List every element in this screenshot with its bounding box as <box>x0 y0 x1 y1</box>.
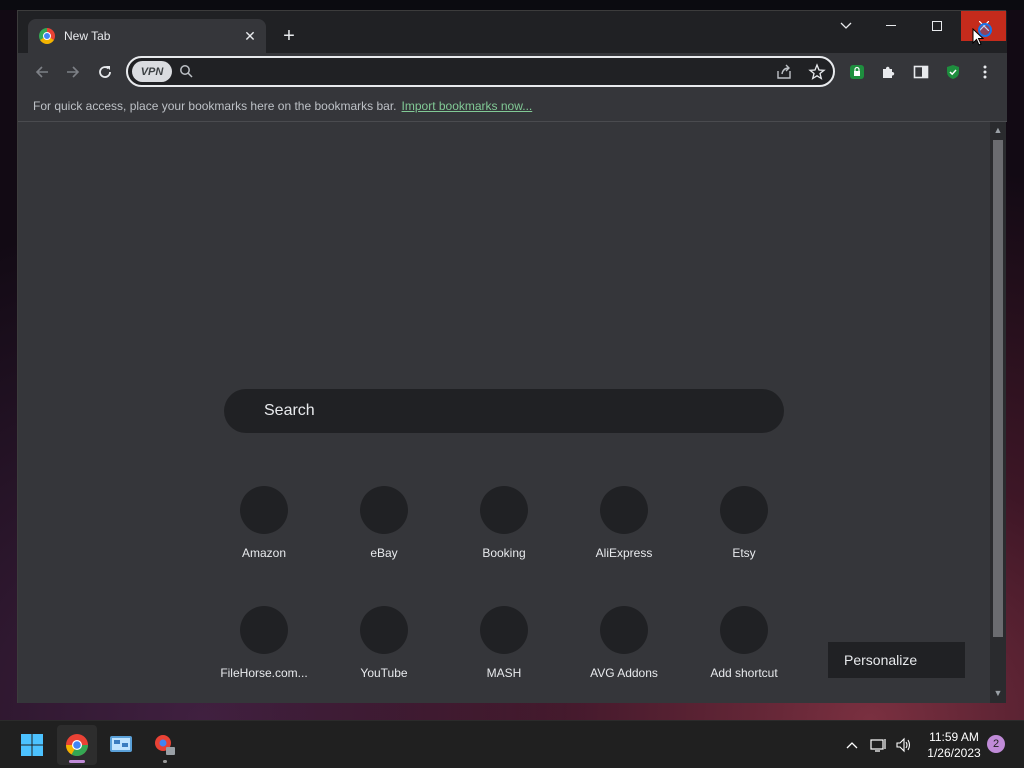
shortcut-icon <box>360 486 408 534</box>
ntp-search-placeholder: Search <box>264 402 315 419</box>
import-bookmarks-link[interactable]: Import bookmarks now... <box>402 99 533 113</box>
shortcut-icon <box>240 486 288 534</box>
shortcut-label: eBay <box>370 546 398 560</box>
speaker-icon <box>896 737 911 753</box>
minimize-icon <box>886 25 896 26</box>
search-icon <box>180 65 193 78</box>
shortcut-tile[interactable]: AVG Addons <box>568 606 680 716</box>
shortcut-icon <box>720 606 768 654</box>
active-app-indicator <box>69 760 85 763</box>
shortcut-label: Amazon <box>241 546 287 560</box>
back-button[interactable] <box>30 60 54 84</box>
shortcut-tile[interactable]: AliExpress <box>568 486 680 596</box>
shortcut-label: FileHorse.com... <box>220 666 308 680</box>
volume-tray-button[interactable] <box>894 735 914 755</box>
shortcut-label: AVG Addons <box>590 666 658 680</box>
kebab-menu-icon <box>983 65 987 79</box>
network-icon <box>870 739 886 752</box>
lock-shield-icon <box>850 65 864 79</box>
forward-button[interactable] <box>61 60 85 84</box>
add-shortcut-tile[interactable]: Add shortcut <box>688 606 800 716</box>
shortcut-label: Add shortcut <box>710 666 778 680</box>
minimize-button[interactable] <box>868 11 914 41</box>
shortcut-tile[interactable]: eBay <box>328 486 440 596</box>
shortcut-tile[interactable]: Etsy <box>688 486 800 596</box>
shortcut-icon <box>480 606 528 654</box>
control-panel-icon <box>110 736 132 752</box>
browser-app-icon <box>66 734 88 756</box>
maximize-icon <box>932 21 942 31</box>
new-tab-page: Search Amazon eBay Booking AliExpress Et… <box>18 122 990 703</box>
shortcut-icon <box>720 486 768 534</box>
running-app-indicator <box>163 760 167 763</box>
taskbar-installer-app[interactable] <box>145 725 185 765</box>
tab-title: New Tab <box>64 29 111 43</box>
clock-date: 1/26/2023 <box>927 746 981 760</box>
shortcut-icon <box>600 606 648 654</box>
page-scrollbar[interactable]: ▲ ▼ <box>990 122 1006 703</box>
personalize-button[interactable]: Personalize <box>828 642 965 678</box>
shortcut-tile[interactable]: Booking <box>448 486 560 596</box>
address-bar[interactable]: VPN <box>126 56 835 87</box>
bookmarks-bar: For quick access, place your bookmarks h… <box>18 91 1007 122</box>
puzzle-icon <box>883 66 895 78</box>
tab-search-button[interactable] <box>823 11 869 41</box>
reload-icon <box>99 66 111 78</box>
desktop-top-strip <box>0 0 1024 10</box>
shortcut-label: Booking <box>482 546 526 560</box>
browser-menu-button[interactable] <box>975 62 995 82</box>
toolbar: VPN <box>18 53 1007 91</box>
vpn-button[interactable]: VPN <box>132 61 172 82</box>
chevron-up-icon <box>846 742 858 749</box>
shortcut-tile[interactable]: Amazon <box>208 486 320 596</box>
notification-count-badge[interactable]: 2 <box>987 735 1005 753</box>
password-manager-extension-button[interactable] <box>847 62 867 82</box>
tab-close-icon[interactable]: ✕ <box>242 28 258 44</box>
network-tray-button[interactable] <box>869 735 889 755</box>
tab-new-tab[interactable]: New Tab ✕ <box>28 19 266 53</box>
ntp-search-box[interactable]: Search <box>224 389 784 433</box>
taskbar: 11:59 AM 1/26/2023 <box>0 720 1024 768</box>
system-clock[interactable]: 11:59 AM 1/26/2023 <box>918 729 990 761</box>
bookmarks-hint: For quick access, place your bookmarks h… <box>33 99 397 113</box>
scroll-down-arrow-icon[interactable]: ▼ <box>993 688 1003 698</box>
taskbar-control-panel-app[interactable] <box>101 725 141 765</box>
shield-check-icon <box>947 65 959 79</box>
side-panel-icon <box>913 65 929 79</box>
arrow-right-icon <box>67 66 80 78</box>
new-tab-button[interactable]: + <box>278 25 300 47</box>
shortcut-label: MASH <box>486 666 522 680</box>
shortcut-label: YouTube <box>360 666 408 680</box>
shortcut-icon <box>480 486 528 534</box>
chevron-down-icon <box>840 22 852 29</box>
browser-favicon-icon <box>39 28 55 44</box>
shortcut-icon <box>240 606 288 654</box>
shortcut-icon <box>360 606 408 654</box>
title-bar: New Tab ✕ + <box>18 11 1007 53</box>
start-button[interactable] <box>12 725 52 765</box>
maximize-button[interactable] <box>914 11 960 41</box>
side-panel-button[interactable] <box>911 62 931 82</box>
taskbar-browser-app[interactable] <box>57 725 97 765</box>
scroll-up-arrow-icon[interactable]: ▲ <box>993 125 1003 135</box>
mouse-cursor-icon <box>972 28 984 46</box>
show-hidden-icons-button[interactable] <box>842 735 862 755</box>
windows-logo-icon <box>21 734 43 756</box>
extensions-button[interactable] <box>879 62 899 82</box>
installer-icon <box>155 735 175 755</box>
bookmark-star-icon[interactable] <box>808 63 826 81</box>
shortcut-tile[interactable]: FileHorse.com... <box>208 606 320 716</box>
browser-window: New Tab ✕ + VPN For quick access, place … <box>17 10 1007 703</box>
shortcut-label: Etsy <box>732 546 756 560</box>
share-icon[interactable] <box>775 63 793 81</box>
shortcut-tile[interactable]: YouTube <box>328 606 440 716</box>
security-extension-button[interactable] <box>943 62 963 82</box>
shortcut-tile[interactable]: MASH <box>448 606 560 716</box>
scrollbar-thumb[interactable] <box>993 140 1003 637</box>
clock-time: 11:59 AM <box>929 730 979 744</box>
reload-button[interactable] <box>93 60 117 84</box>
shortcut-label: AliExpress <box>595 546 653 560</box>
shortcut-icon <box>600 486 648 534</box>
arrow-left-icon <box>35 66 48 78</box>
